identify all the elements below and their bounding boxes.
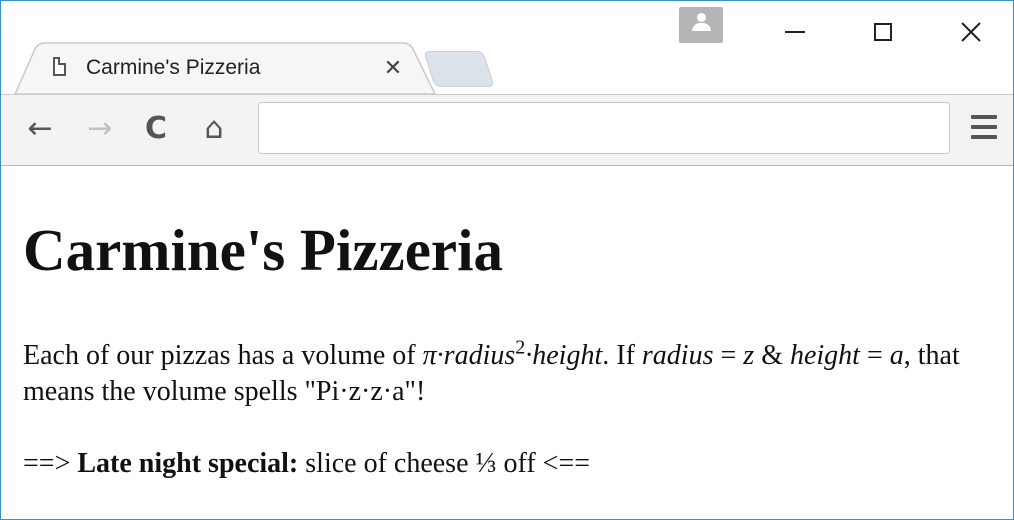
- forward-arrow-icon[interactable]: →: [83, 112, 117, 146]
- pi-symbol: π: [422, 340, 437, 371]
- para-text: . If: [602, 340, 642, 371]
- tab-title[interactable]: Carmine's Pizzeria: [86, 53, 260, 83]
- z-term: z: [743, 340, 755, 371]
- special-prefix: ==>: [23, 448, 78, 479]
- new-tab-button[interactable]: [423, 51, 495, 87]
- a-term: a: [889, 340, 904, 371]
- home-icon[interactable]: ⌂: [197, 112, 231, 146]
- title-bar: Carmine's Pizzeria ✕: [1, 1, 1013, 95]
- maximize-button[interactable]: [853, 9, 913, 55]
- para-text: Each of our pizzas has a volume of: [23, 340, 423, 371]
- back-arrow-icon[interactable]: ←: [23, 112, 57, 146]
- maximize-icon: [874, 23, 892, 41]
- height-term: height: [789, 340, 860, 371]
- para-text: =: [859, 340, 890, 371]
- exponent: 2: [515, 336, 526, 359]
- dot: ·: [436, 340, 444, 371]
- menu-bar-line: [971, 125, 997, 129]
- close-window-button[interactable]: [941, 9, 1001, 55]
- profile-head-shape: [697, 13, 706, 22]
- hamburger-menu-icon[interactable]: [971, 115, 997, 141]
- profile-body-shape: [692, 23, 711, 31]
- page-heading: Carmine's Pizzeria: [23, 217, 504, 283]
- page-content: Carmine's Pizzeria Each of our pizzas ha…: [1, 166, 1013, 519]
- menu-bar-line: [971, 115, 997, 119]
- special-label: Late night special:: [77, 448, 299, 479]
- minimize-button[interactable]: [765, 9, 825, 55]
- special-text: slice of cheese ⅓ off <==: [298, 448, 591, 479]
- height-term: height: [532, 340, 603, 371]
- minimize-icon: [785, 31, 805, 33]
- para-text: &: [754, 340, 790, 371]
- address-bar-input[interactable]: [258, 102, 950, 154]
- profile-icon[interactable]: [679, 7, 723, 43]
- radius-term: radius: [443, 340, 516, 371]
- menu-bar-line: [971, 135, 997, 139]
- radius-term: radius: [641, 340, 714, 371]
- close-icon: [961, 22, 981, 42]
- tab-close-icon[interactable]: ✕: [382, 57, 404, 79]
- volume-paragraph: Each of our pizzas has a volume of π·rad…: [23, 338, 983, 410]
- browser-window: Carmine's Pizzeria ✕ ← → C ⌂ Carmine's P…: [0, 0, 1014, 520]
- late-night-special: ==> Late night special: slice of cheese …: [23, 446, 590, 482]
- reload-icon[interactable]: C: [139, 112, 173, 146]
- para-text: =: [713, 340, 744, 371]
- page-document-icon: [53, 57, 66, 76]
